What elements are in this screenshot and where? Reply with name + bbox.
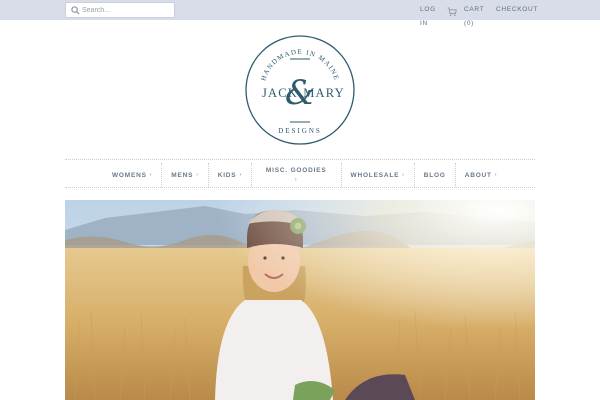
hero-image bbox=[65, 200, 535, 400]
nav-item-blog[interactable]: Blog bbox=[415, 163, 456, 187]
cart-link[interactable]: Cart (0) bbox=[464, 3, 486, 31]
chevron-right-icon: › bbox=[294, 177, 298, 183]
cart-icon[interactable] bbox=[447, 4, 457, 17]
nav-item-mens[interactable]: Mens › bbox=[162, 163, 209, 187]
login-link[interactable]: Log in bbox=[420, 3, 442, 31]
logo-bottom-text: DESIGNS bbox=[278, 127, 322, 135]
brand-logo[interactable]: HANDMADE IN MAINE JACK & MARY DESIGNS bbox=[244, 34, 356, 146]
nav-item-wholesale[interactable]: Wholesale › bbox=[342, 163, 415, 187]
nav-item-womens[interactable]: Womens › bbox=[103, 163, 163, 187]
chevron-right-icon: › bbox=[239, 172, 242, 178]
hero-photo-icon bbox=[65, 200, 535, 400]
chevron-right-icon: › bbox=[196, 172, 199, 178]
nav-item-about[interactable]: About › bbox=[456, 163, 507, 187]
nav-divider-top bbox=[65, 159, 535, 160]
top-bar: Log in Cart (0) Checkout bbox=[0, 0, 600, 27]
search-input[interactable] bbox=[82, 3, 172, 17]
nav-item-misc-goodies[interactable]: Misc. Goodies › bbox=[252, 163, 342, 187]
search-box[interactable] bbox=[65, 2, 175, 18]
chevron-right-icon: › bbox=[149, 172, 153, 178]
chevron-right-icon: › bbox=[494, 172, 498, 178]
logo-brand-right: MARY bbox=[303, 86, 345, 100]
nav-item-kids[interactable]: Kids › bbox=[209, 163, 252, 187]
checkout-link[interactable]: Checkout bbox=[496, 3, 538, 17]
main-nav: Womens › Mens › Kids › Misc. Goodies › Whole… bbox=[103, 163, 506, 187]
chevron-right-icon: › bbox=[402, 172, 405, 178]
search-icon[interactable] bbox=[68, 3, 82, 17]
nav-divider-bottom bbox=[65, 187, 535, 188]
